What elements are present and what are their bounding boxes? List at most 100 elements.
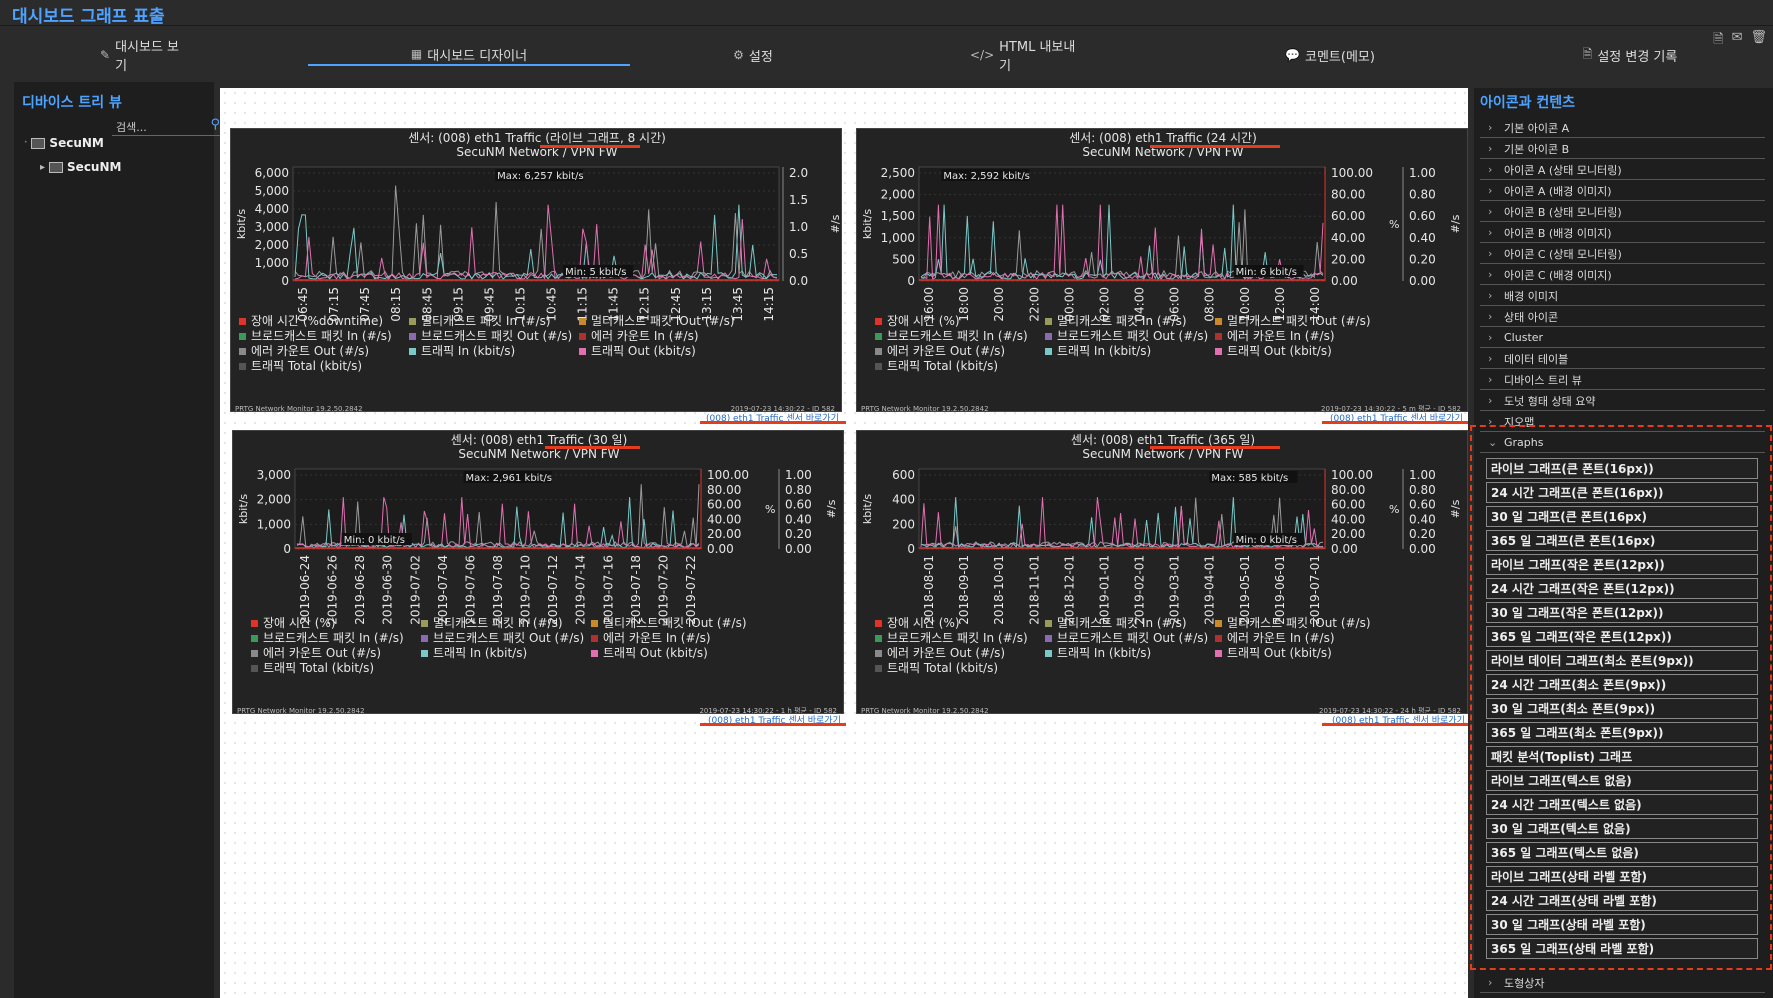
legend-swatch [875, 318, 882, 325]
legend-label: 트래픽 In (kbit/s) [1057, 646, 1151, 660]
y-mid-tick-label: 0.00 [1331, 542, 1358, 556]
device-tree-panel: 디바이스 트리 뷰 검색... ⚲ · SecuNM ▸ SecuNM [14, 82, 222, 998]
tree-child-node[interactable]: ▸ SecuNM [40, 160, 121, 174]
accordion-section[interactable]: › 디바이스 트리 뷰 [1480, 370, 1765, 390]
document-icon: 🗎 [1582, 46, 1593, 61]
chevron-right-icon: › [1488, 373, 1493, 386]
y-right-tick-label: 0.80 [1409, 188, 1436, 202]
graph-svg: 센서: (008) eth1 Traffic (24 시간)SecuNM Net… [861, 131, 1462, 411]
tab-change-log[interactable]: 🗎 설정 변경 기록 [1575, 44, 1685, 66]
legend-swatch [875, 650, 882, 657]
y-tick-label: 0 [907, 274, 915, 288]
y-right-tick-label: 0.60 [785, 498, 812, 512]
legend-label: 에러 카운트 Out (#/s) [887, 344, 1005, 358]
graph-item[interactable]: 라이브 그래프(텍스트 없음) [1486, 770, 1758, 791]
graph-365d[interactable]: 센서: (008) eth1 Traffic (365 일) SecuNM Net… [856, 430, 1468, 714]
accordion-section[interactable]: › 도형상자 [1480, 973, 1765, 993]
tab-html-export[interactable]: </> HTML 내보내기 [970, 40, 1086, 74]
tab-dashboard-designer[interactable]: ▦ 대시보드 디자이너 [308, 44, 630, 66]
chevron-right-icon: › [1488, 142, 1493, 155]
search-icon[interactable]: ⚲ [210, 117, 220, 132]
legend-label: 에러 카운트 Out (#/s) [251, 344, 369, 358]
accordion-section[interactable]: › 기본 아이콘 A [1480, 118, 1765, 138]
accordion-section[interactable]: › 아이콘 B (배경 이미지) [1480, 223, 1765, 243]
accordion-section[interactable]: › 아이콘 C (배경 이미지) [1480, 265, 1765, 285]
tree-root-node[interactable]: · SecuNM [24, 136, 104, 150]
legend-swatch [1045, 650, 1052, 657]
legend-swatch [409, 318, 416, 325]
accordion-section[interactable]: › 아이콘 B (상태 모니터링) [1480, 202, 1765, 222]
graph-item[interactable]: 30 일 그래프(최소 폰트(9px)) [1486, 698, 1758, 719]
y-right-tick-label: 0.00 [1409, 274, 1436, 288]
accordion-section[interactable]: › 아이콘 A (상태 모니터링) [1480, 160, 1765, 180]
graph-item[interactable]: 24 시간 그래프(작은 폰트(12px)) [1486, 578, 1758, 599]
graph-item[interactable]: 24 시간 그래프(큰 폰트(16px)) [1486, 482, 1758, 503]
legend-label: 트래픽 Out (kbit/s) [1227, 646, 1332, 660]
legend-swatch [421, 620, 428, 627]
graph-item[interactable]: 24 시간 그래프(텍스트 없음) [1486, 794, 1758, 815]
accordion-section[interactable]: › 아이콘 C (상태 모니터링) [1480, 244, 1765, 264]
x-tick-label: 2019-07-20 [656, 555, 670, 625]
graph-item[interactable]: 365 일 그래프(큰 폰트(16px) [1486, 530, 1758, 551]
tab-settings[interactable]: ⚙ 설정 [728, 44, 778, 66]
accordion-section[interactable]: › 데이터 테이블 [1480, 349, 1765, 369]
graph-item[interactable]: 30 일 그래프(상태 라벨 포함) [1486, 914, 1758, 935]
graph-item[interactable]: 365 일 그래프(텍스트 없음) [1486, 842, 1758, 863]
graph-30d[interactable]: 센서: (008) eth1 Traffic (30 일) SecuNM Netw… [232, 430, 844, 714]
x-tick-label: 2018-12-01 [1062, 555, 1076, 625]
accordion-section[interactable]: › Cluster [1480, 328, 1765, 348]
max-label: Max: 2,961 kbit/s [466, 473, 552, 484]
accordion-section[interactable]: › 기본 아이콘 B [1480, 139, 1765, 159]
graph-live[interactable]: 센서: (008) eth1 Traffic (라이브 그래프, 8 시간) Se… [230, 128, 842, 412]
y-right-tick-label: 0.40 [785, 512, 812, 526]
legend-swatch [1045, 348, 1052, 355]
y-tick-label: 2,000 [881, 188, 915, 202]
accordion-section[interactable]: › 도넛 형태 상태 요약 [1480, 391, 1765, 411]
graph-item[interactable]: 라이브 그래프(작은 폰트(12px)) [1486, 554, 1758, 575]
legend-swatch [875, 333, 882, 340]
y-mid-axis-label: % [1389, 503, 1399, 516]
y-right-tick-label: 0.0 [789, 274, 808, 288]
graph-item[interactable]: 24 시간 그래프(상태 라벨 포함) [1486, 890, 1758, 911]
graph-item[interactable]: 30 일 그래프(텍스트 없음) [1486, 818, 1758, 839]
graph-item[interactable]: 패킷 분석(Toplist) 그래프 [1486, 746, 1758, 767]
x-tick-label: 2019-07-16 [601, 555, 615, 625]
x-tick-label: 11:15 [576, 287, 590, 322]
graph-item[interactable]: 365 일 그래프(상태 라벨 포함) [1486, 938, 1758, 959]
graph-item[interactable]: 365 일 그래프(최소 폰트(9px)) [1486, 722, 1758, 743]
y-tick-label: 0 [283, 542, 291, 556]
tab-dashboard-view[interactable]: ✎ 대시보드 보기 [100, 40, 190, 74]
y-axis-label: kbit/s [235, 209, 248, 239]
accordion-section[interactable]: › 상태 아이콘 [1480, 307, 1765, 327]
graph-item[interactable]: 30 일 그래프(큰 폰트(16px) [1486, 506, 1758, 527]
comment-icon: 💬 [1285, 48, 1300, 62]
graph-item[interactable]: 라이브 데이터 그래프(최소 폰트(9px)) [1486, 650, 1758, 671]
y-tick-label: 6,000 [255, 166, 289, 180]
y-right-axis-label: #/s [825, 499, 838, 518]
legend-swatch [1045, 620, 1052, 627]
graph-item[interactable]: 라이브 그래프(상태 라벨 포함) [1486, 866, 1758, 887]
accordion-section[interactable]: › 아이콘 A (배경 이미지) [1480, 181, 1765, 201]
legend-swatch [1215, 318, 1222, 325]
x-tick-label: 14:15 [762, 287, 776, 322]
legend-swatch [409, 333, 416, 340]
graph-item[interactable]: 365 일 그래프(작은 폰트(12px)) [1486, 626, 1758, 647]
accordion-section[interactable]: › 배경 이미지 [1480, 286, 1765, 306]
y-right-tick-label: 0.40 [1409, 512, 1436, 526]
gear-icon: ⚙ [733, 48, 744, 62]
chevron-right-icon: › [1488, 289, 1493, 302]
legend-label: 멀티캐스트 패킷 In (#/s) [433, 616, 563, 630]
graph-svg: 센서: (008) eth1 Traffic (365 일)SecuNM Net… [861, 433, 1462, 713]
device-search-input[interactable]: 검색... ⚲ [112, 116, 222, 136]
tab-comment[interactable]: 💬 코멘트(메모) [1280, 44, 1380, 66]
graph-item[interactable]: 30 일 그래프(작은 폰트(12px)) [1486, 602, 1758, 623]
edit-icon: ✎ [100, 48, 111, 62]
expand-arrow-icon[interactable]: ▸ [40, 162, 45, 173]
y-tick-label: 500 [892, 252, 915, 266]
legend-swatch [251, 665, 258, 672]
legend-swatch [1215, 333, 1222, 340]
graph-item[interactable]: 라이브 그래프(큰 폰트(16px)) [1486, 458, 1758, 479]
graph-24h[interactable]: 센서: (008) eth1 Traffic (24 시간) SecuNM Net… [856, 128, 1468, 412]
legend-swatch [579, 333, 586, 340]
graph-item[interactable]: 24 시간 그래프(최소 폰트(9px)) [1486, 674, 1758, 695]
